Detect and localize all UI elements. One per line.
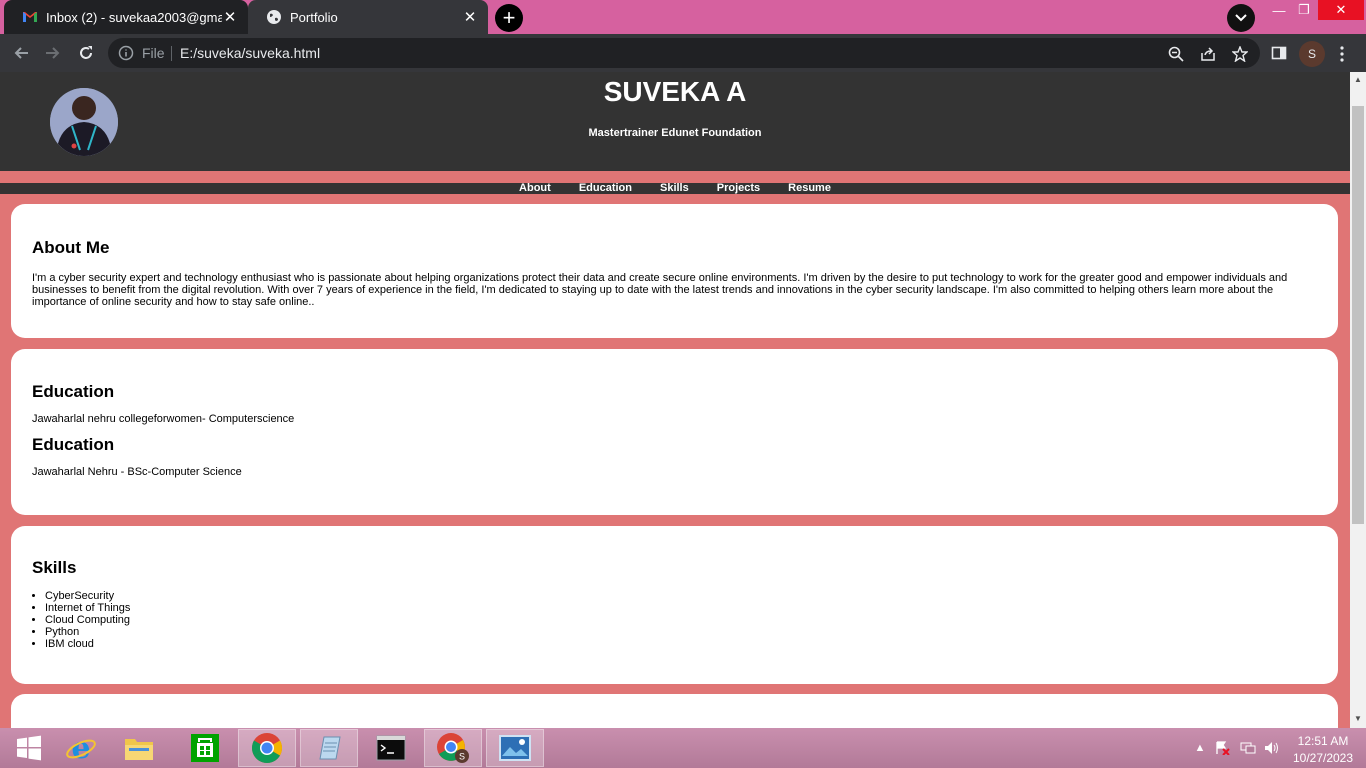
scroll-up-icon[interactable]: ▲: [1354, 75, 1362, 84]
skill-item: CyberSecurity: [45, 590, 1317, 602]
education-heading: Education: [32, 382, 115, 401]
projects-section: [11, 694, 1338, 728]
side-panel-button[interactable]: [1266, 40, 1292, 66]
notepad-icon[interactable]: [300, 729, 358, 767]
side-panel-icon: [1271, 46, 1287, 60]
nav-link-projects[interactable]: Projects: [717, 183, 760, 194]
tab-title: Portfolio: [290, 9, 338, 25]
education-heading: Education: [32, 435, 115, 454]
forward-arrow-icon: [46, 47, 60, 59]
page-viewport: SUVEKA A Mastertrainer Edunet Foundation…: [0, 72, 1350, 728]
new-tab-button[interactable]: +: [495, 4, 523, 32]
scroll-down-icon[interactable]: ▼: [1354, 714, 1362, 723]
photos-icon[interactable]: [486, 729, 544, 767]
internet-explorer-icon[interactable]: e: [52, 729, 110, 767]
skills-heading: Skills: [32, 558, 77, 577]
bookmark-star-icon[interactable]: [1230, 44, 1250, 64]
address-bar[interactable]: File E:/suveka/suveka.html: [108, 38, 1260, 68]
action-center-flag-icon[interactable]: [1214, 741, 1230, 755]
file-explorer-icon[interactable]: [110, 729, 168, 767]
profile-avatar[interactable]: S: [1299, 41, 1325, 67]
nav-link-about[interactable]: About: [519, 183, 551, 194]
page-scrollbar[interactable]: ▲ ▼: [1350, 72, 1366, 728]
tab-strip: Inbox (2) - suvekaa2003@gmail.com ✕ Port…: [0, 0, 1366, 34]
about-text: I'm a cyber security expert and technolo…: [32, 272, 1288, 308]
back-button[interactable]: [8, 40, 34, 66]
gmail-icon: [23, 12, 37, 22]
scheme-label: File: [142, 45, 165, 61]
site-title: SUVEKA A: [603, 76, 747, 107]
volume-icon[interactable]: [1264, 741, 1280, 755]
browser-toolbar: File E:/suveka/suveka.html S: [0, 34, 1366, 72]
command-prompt-icon[interactable]: [362, 729, 420, 767]
skill-item: Cloud Computing: [45, 614, 1317, 626]
zoom-icon[interactable]: [1166, 44, 1186, 64]
site-header: SUVEKA A Mastertrainer Edunet Foundation: [0, 72, 1350, 171]
store-icon[interactable]: [176, 729, 234, 767]
tab-gmail[interactable]: Inbox (2) - suvekaa2003@gmail.com ✕: [4, 0, 248, 34]
tab-title: Inbox (2) - suvekaa2003@gmail.com: [46, 9, 222, 25]
site-nav: About Education Skills Projects Resume: [0, 183, 1350, 194]
separator: [171, 46, 172, 61]
skill-item: IBM cloud: [45, 638, 1317, 650]
tab-portfolio[interactable]: Portfolio ✕: [248, 0, 488, 34]
share-icon[interactable]: [1198, 44, 1218, 64]
svg-text:e: e: [71, 732, 90, 764]
clock-time[interactable]: 12:51 AM: [1288, 734, 1358, 748]
url-text[interactable]: E:/suveka/suveka.html: [180, 45, 320, 61]
scroll-thumb[interactable]: [1352, 106, 1364, 524]
show-hidden-icons[interactable]: ▲: [1192, 741, 1208, 755]
site-tagline: Mastertrainer Edunet Foundation: [588, 127, 762, 139]
about-heading: About Me: [32, 238, 110, 257]
window-close-button[interactable]: ✕: [1318, 0, 1364, 20]
forward-button[interactable]: [40, 40, 66, 66]
chrome-icon[interactable]: [238, 729, 296, 767]
education-entry: Jawaharlal Nehru - BSc-Computer Science: [32, 466, 242, 478]
network-icon[interactable]: [1240, 741, 1256, 755]
education-entry: Jawaharlal nehru collegeforwomen- Comput…: [32, 413, 295, 425]
clock-date[interactable]: 10/27/2023: [1288, 751, 1358, 765]
taskbar: e S ▲ 12:51 AM 10/27/2023: [0, 728, 1366, 768]
nav-link-resume[interactable]: Resume: [788, 183, 831, 194]
nav-link-education[interactable]: Education: [579, 183, 632, 194]
svg-text:S: S: [459, 752, 465, 762]
skill-item: Internet of Things: [45, 602, 1317, 614]
chrome-profile-icon[interactable]: S: [424, 729, 482, 767]
education-section: Education Jawaharlal nehru collegeforwom…: [11, 349, 1338, 515]
skill-item: Python: [45, 626, 1317, 638]
info-icon[interactable]: [118, 45, 134, 61]
chevron-down-icon: [1235, 14, 1247, 22]
nav-link-skills[interactable]: Skills: [660, 183, 689, 194]
about-section: About Me I'm a cyber security expert and…: [11, 204, 1338, 338]
more-menu-icon[interactable]: [1333, 42, 1351, 66]
close-tab-icon[interactable]: ✕: [462, 9, 478, 26]
reload-button[interactable]: [73, 40, 99, 66]
globe-icon: [267, 10, 281, 24]
skills-section: Skills CyberSecurity Internet of Things …: [11, 526, 1338, 684]
skills-list: CyberSecurity Internet of Things Cloud C…: [45, 590, 1317, 650]
back-arrow-icon: [14, 47, 28, 59]
reload-icon: [80, 46, 92, 59]
start-icon[interactable]: [0, 729, 58, 767]
tab-search-button[interactable]: [1227, 4, 1255, 32]
close-tab-icon[interactable]: ✕: [222, 9, 238, 26]
